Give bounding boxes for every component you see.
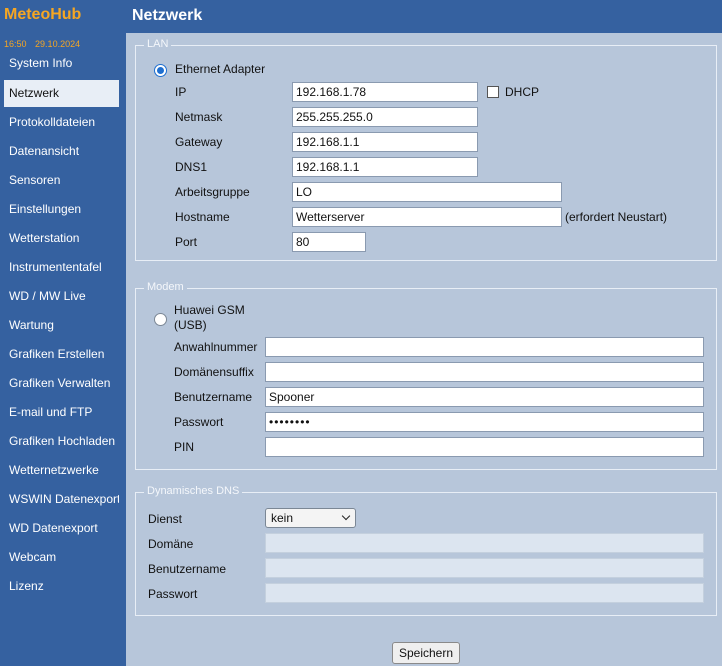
pin-input[interactable] bbox=[265, 437, 704, 457]
port-label: Port bbox=[175, 235, 198, 249]
page-header: Netzwerk bbox=[126, 0, 722, 33]
save-button[interactable]: Speichern bbox=[392, 642, 460, 664]
sidebar-item-protokolldateien[interactable]: Protokolldateien bbox=[4, 109, 119, 136]
sidebar-item-wetterstation[interactable]: Wetterstation bbox=[4, 225, 119, 252]
huawei-gsm-radio[interactable] bbox=[154, 313, 167, 326]
ddns-username-input[interactable] bbox=[265, 558, 704, 578]
sidebar-item-email-ftp[interactable]: E-mail und FTP bbox=[4, 399, 119, 426]
dhcp-label: DHCP bbox=[505, 85, 540, 99]
sidebar-item-grafiken-erstellen[interactable]: Grafiken Erstellen bbox=[4, 341, 119, 368]
ddns-password-input[interactable] bbox=[265, 583, 704, 603]
dns1-input[interactable] bbox=[292, 157, 478, 177]
workgroup-input[interactable] bbox=[292, 182, 562, 202]
hostname-label: Hostname bbox=[175, 210, 230, 224]
gateway-label: Gateway bbox=[175, 135, 223, 149]
ddns-service-select[interactable]: kein bbox=[265, 508, 356, 528]
domain-suffix-input[interactable] bbox=[265, 362, 704, 382]
ip-label: IP bbox=[175, 85, 187, 99]
sidebar: MeteoHub 16:50 29.10.2024 System Info Ne… bbox=[0, 0, 126, 666]
dns1-label: DNS1 bbox=[175, 160, 208, 174]
ddns-legend: Dynamisches DNS bbox=[144, 485, 243, 497]
modem-username-input[interactable] bbox=[265, 387, 704, 407]
modem-username-label: Benutzername bbox=[174, 390, 253, 404]
sidebar-item-datenansicht[interactable]: Datenansicht bbox=[4, 138, 119, 165]
ddns-password-label: Passwort bbox=[148, 587, 198, 601]
hostname-input[interactable] bbox=[292, 207, 562, 227]
dhcp-checkbox[interactable] bbox=[487, 86, 499, 98]
sidebar-item-einstellungen[interactable]: Einstellungen bbox=[4, 196, 119, 223]
main-content: LAN Ethernet Adapter IP DHCP Netmask Gat… bbox=[126, 33, 722, 666]
sidebar-item-wetternetzwerke[interactable]: Wetternetzwerke bbox=[4, 457, 119, 484]
sidebar-item-netzwerk[interactable]: Netzwerk bbox=[4, 80, 119, 107]
chevron-down-icon bbox=[341, 511, 351, 521]
app-brand: MeteoHub bbox=[4, 6, 82, 23]
modem-password-label: Passwort bbox=[174, 415, 224, 429]
sidebar-item-wd-datenexport[interactable]: WD Datenexport bbox=[4, 515, 119, 542]
clock-time: 16:50 bbox=[4, 39, 27, 49]
lan-panel: LAN Ethernet Adapter IP DHCP Netmask Gat… bbox=[135, 38, 717, 261]
ddns-domain-label: Domäne bbox=[148, 537, 194, 551]
hostname-restart-note: (erfordert Neustart) bbox=[565, 210, 668, 224]
port-input[interactable] bbox=[292, 232, 366, 252]
modem-panel: Modem Huawei GSM (USB) Anwahlnummer Domä… bbox=[135, 281, 717, 470]
sidebar-item-wd-mw-live[interactable]: WD / MW Live bbox=[4, 283, 119, 310]
sidebar-item-instrumententafel[interactable]: Instrumententafel bbox=[4, 254, 119, 281]
sidebar-item-webcam[interactable]: Webcam bbox=[4, 544, 119, 571]
lan-legend: LAN bbox=[144, 38, 172, 50]
clock: 16:50 29.10.2024 bbox=[4, 39, 80, 49]
modem-legend: Modem bbox=[144, 281, 187, 293]
ddns-domain-input[interactable] bbox=[265, 533, 704, 553]
domain-suffix-label: Domänensuffix bbox=[174, 365, 254, 379]
huawei-gsm-usb-label: (USB) bbox=[174, 318, 207, 332]
ip-input[interactable] bbox=[292, 82, 478, 102]
ddns-username-label: Benutzername bbox=[148, 562, 227, 576]
ethernet-adapter-label: Ethernet Adapter bbox=[175, 62, 266, 76]
dial-number-label: Anwahlnummer bbox=[174, 340, 258, 354]
workgroup-label: Arbeitsgruppe bbox=[175, 185, 250, 199]
page-title: Netzwerk bbox=[132, 7, 203, 24]
netmask-input[interactable] bbox=[292, 107, 478, 127]
gateway-input[interactable] bbox=[292, 132, 478, 152]
sidebar-item-grafiken-hochladen[interactable]: Grafiken Hochladen bbox=[4, 428, 119, 455]
huawei-gsm-label: Huawei GSM bbox=[174, 303, 245, 317]
dial-number-input[interactable] bbox=[265, 337, 704, 357]
modem-password-input[interactable] bbox=[265, 412, 704, 432]
sidebar-item-grafiken-verwalten[interactable]: Grafiken Verwalten bbox=[4, 370, 119, 397]
netmask-label: Netmask bbox=[175, 110, 223, 124]
clock-date: 29.10.2024 bbox=[35, 39, 81, 49]
sidebar-item-sensoren[interactable]: Sensoren bbox=[4, 167, 119, 194]
ddns-service-label: Dienst bbox=[148, 512, 183, 526]
ethernet-adapter-radio[interactable] bbox=[154, 64, 167, 77]
sidebar-item-lizenz[interactable]: Lizenz bbox=[4, 573, 119, 600]
ddns-panel: Dynamisches DNS Dienst kein Domäne Benut… bbox=[135, 485, 717, 616]
sidebar-item-system-info[interactable]: System Info bbox=[4, 50, 119, 77]
sidebar-item-wartung[interactable]: Wartung bbox=[4, 312, 119, 339]
pin-label: PIN bbox=[174, 440, 195, 454]
sidebar-item-wswin-datenexport[interactable]: WSWIN Datenexport bbox=[4, 486, 119, 513]
ddns-service-value: kein bbox=[271, 511, 294, 525]
